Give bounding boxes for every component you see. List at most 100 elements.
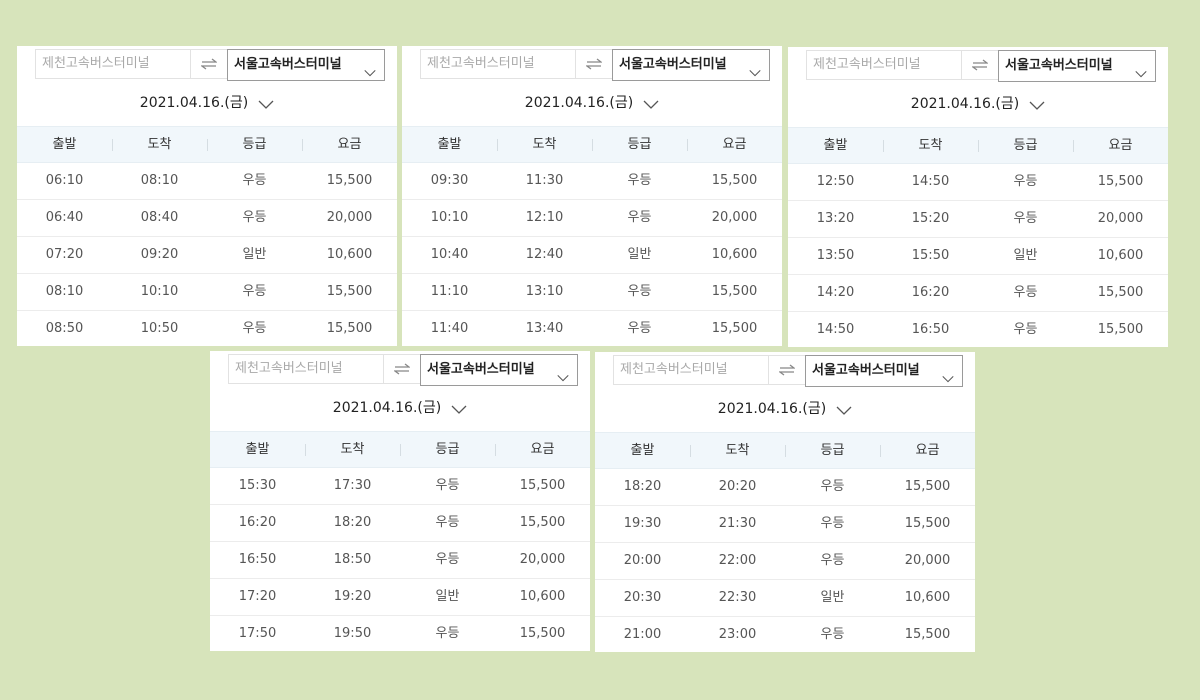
- table-row[interactable]: 08:50 10:50 우등 15,500: [17, 311, 397, 346]
- table-row[interactable]: 06:40 08:40 우등 20,000: [17, 200, 397, 237]
- date-selector[interactable]: 2021.04.16.(금): [17, 91, 397, 115]
- table-row[interactable]: 13:20 15:20 우등 20,000: [788, 201, 1168, 238]
- swap-button[interactable]: [384, 354, 420, 384]
- swap-button[interactable]: [962, 50, 998, 80]
- destination-terminal-select[interactable]: 서울고속버스터미널: [805, 355, 963, 387]
- timetable-panel: 제천고속버스터미널 서울고속버스터미널 2021.04.16.(금) 출발 도착 등급 요금…: [402, 46, 782, 346]
- table-cell: 일반: [1013, 248, 1038, 263]
- chevron-down-icon: [643, 93, 659, 117]
- table-cell: 우등: [820, 516, 845, 531]
- date-selector[interactable]: 2021.04.16.(금): [402, 91, 782, 115]
- swap-button[interactable]: [576, 49, 612, 79]
- table-row[interactable]: 20:00 22:00 우등 20,000: [595, 543, 975, 580]
- table-header: 출발 도착 등급 요금: [788, 127, 1168, 164]
- table-row[interactable]: 07:20 09:20 일반 10,600: [17, 237, 397, 274]
- table-cell: 11:10: [430, 284, 469, 299]
- table-cell: 우등: [242, 210, 267, 225]
- route-selector: 제천고속버스터미널 서울고속버스터미널: [35, 49, 385, 81]
- chevron-down-icon: [1029, 94, 1045, 118]
- destination-terminal-select[interactable]: 서울고속버스터미널: [612, 49, 770, 81]
- table-cell: 12:50: [816, 174, 855, 189]
- table-cell: 14:20: [816, 285, 855, 300]
- route-selector: 제천고속버스터미널 서울고속버스터미널: [613, 355, 963, 387]
- table-row[interactable]: 12:50 14:50 우등 15,500: [788, 164, 1168, 201]
- table-row[interactable]: 19:30 21:30 우등 15,500: [595, 506, 975, 543]
- table-cell: 22:30: [718, 590, 757, 605]
- destination-terminal-select[interactable]: 서울고속버스터미널: [998, 50, 1156, 82]
- chevron-down-icon: [749, 59, 761, 80]
- table-row[interactable]: 14:50 16:50 우등 15,500: [788, 312, 1168, 347]
- table-cell: 15,500: [904, 479, 951, 494]
- table-row[interactable]: 08:10 10:10 우등 15,500: [17, 274, 397, 311]
- table-cell: 08:10: [140, 173, 179, 188]
- table-row[interactable]: 10:40 12:40 일반 10,600: [402, 237, 782, 274]
- table-cell: 우등: [435, 626, 460, 641]
- column-divider: [1073, 140, 1074, 152]
- column-divider: [690, 445, 691, 457]
- table-row[interactable]: 06:10 08:10 우등 15,500: [17, 163, 397, 200]
- table-row[interactable]: 16:50 18:50 우등 20,000: [210, 542, 590, 579]
- table-cell: 우등: [242, 321, 267, 336]
- origin-terminal-field[interactable]: 제천고속버스터미널: [613, 355, 769, 385]
- swap-arrows-icon: [971, 56, 989, 75]
- column-header: 도착: [532, 137, 557, 152]
- date-label: 2021.04.16.(금): [139, 95, 249, 111]
- timetable-panel: 제천고속버스터미널 서울고속버스터미널 2021.04.16.(금) 출발 도착 등급 요금…: [210, 351, 590, 651]
- table-cell: 10:10: [140, 284, 179, 299]
- table-row[interactable]: 17:20 19:20 일반 10,600: [210, 579, 590, 616]
- date-selector[interactable]: 2021.04.16.(금): [210, 396, 590, 420]
- table-row[interactable]: 14:20 16:20 우등 15,500: [788, 275, 1168, 312]
- table-row[interactable]: 11:40 13:40 우등 15,500: [402, 311, 782, 346]
- table-cell: 15,500: [711, 284, 758, 299]
- column-header: 요금: [915, 443, 940, 458]
- table-row[interactable]: 17:50 19:50 우등 15,500: [210, 616, 590, 651]
- table-cell: 10:50: [140, 321, 179, 336]
- table-cell: 18:20: [333, 515, 372, 530]
- table-row[interactable]: 15:30 17:30 우등 15,500: [210, 468, 590, 505]
- column-divider: [305, 444, 306, 456]
- table-cell: 일반: [435, 589, 460, 604]
- destination-label: 서울고속버스터미널: [619, 57, 727, 72]
- swap-button[interactable]: [191, 49, 227, 79]
- table-cell: 10,600: [1097, 248, 1144, 263]
- date-selector[interactable]: 2021.04.16.(금): [788, 92, 1168, 116]
- table-header: 출발 도착 등급 요금: [210, 431, 590, 468]
- table-row[interactable]: 20:30 22:30 일반 10,600: [595, 580, 975, 617]
- table-cell: 우등: [1013, 211, 1038, 226]
- table-row[interactable]: 18:20 20:20 우등 15,500: [595, 469, 975, 506]
- destination-terminal-select[interactable]: 서울고속버스터미널: [227, 49, 385, 81]
- table-cell: 15:20: [911, 211, 950, 226]
- date-label: 2021.04.16.(금): [717, 401, 827, 417]
- swap-button[interactable]: [769, 355, 805, 385]
- table-row[interactable]: 11:10 13:10 우등 15,500: [402, 274, 782, 311]
- table-row[interactable]: 21:00 23:00 우등 15,500: [595, 617, 975, 652]
- table-cell: 08:10: [45, 284, 84, 299]
- origin-terminal-field[interactable]: 제천고속버스터미널: [806, 50, 962, 80]
- column-divider: [880, 445, 881, 457]
- swap-arrows-icon: [778, 361, 796, 380]
- origin-terminal-field[interactable]: 제천고속버스터미널: [228, 354, 384, 384]
- table-row[interactable]: 09:30 11:30 우등 15,500: [402, 163, 782, 200]
- table-cell: 우등: [242, 284, 267, 299]
- table-cell: 10,600: [519, 589, 566, 604]
- table-row[interactable]: 13:50 15:50 일반 10,600: [788, 238, 1168, 275]
- date-selector[interactable]: 2021.04.16.(금): [595, 397, 975, 421]
- date-label: 2021.04.16.(금): [910, 96, 1020, 112]
- table-cell: 우등: [627, 321, 652, 336]
- chevron-down-icon: [364, 59, 376, 80]
- table-cell: 16:50: [238, 552, 277, 567]
- destination-terminal-select[interactable]: 서울고속버스터미널: [420, 354, 578, 386]
- origin-terminal-field[interactable]: 제천고속버스터미널: [420, 49, 576, 79]
- table-cell: 20:20: [718, 479, 757, 494]
- column-header: 출발: [630, 443, 655, 458]
- origin-terminal-field[interactable]: 제천고속버스터미널: [35, 49, 191, 79]
- timetable-panel: 제천고속버스터미널 서울고속버스터미널 2021.04.16.(금) 출발 도착 등급 요금…: [788, 47, 1168, 347]
- swap-arrows-icon: [585, 55, 603, 74]
- table-cell: 우등: [435, 515, 460, 530]
- table-cell: 12:40: [525, 247, 564, 262]
- column-divider: [495, 444, 496, 456]
- table-cell: 20:30: [623, 590, 662, 605]
- table-row[interactable]: 10:10 12:10 우등 20,000: [402, 200, 782, 237]
- table-row[interactable]: 16:20 18:20 우등 15,500: [210, 505, 590, 542]
- table-cell: 20,000: [326, 210, 373, 225]
